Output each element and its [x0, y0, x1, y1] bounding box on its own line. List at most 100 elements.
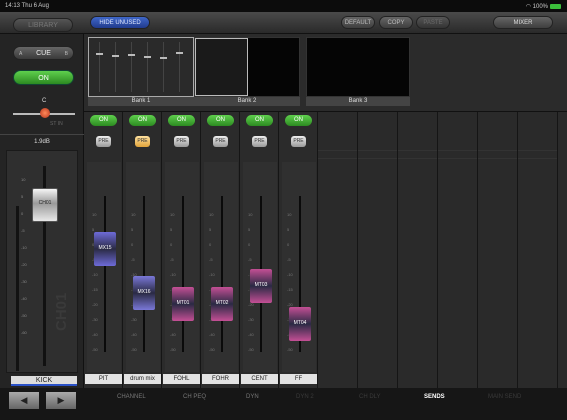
send-fader-track[interactable] — [104, 196, 106, 352]
channel-name-label[interactable]: KICK — [11, 376, 77, 386]
send-name-label[interactable]: FOHL — [163, 374, 200, 384]
bank-mini-fader — [144, 56, 151, 58]
wifi-icon: ◠ — [525, 4, 531, 10]
send-on-button[interactable]: ON — [90, 115, 117, 126]
fader-scale-tick: -5 — [131, 257, 135, 262]
tab-channel[interactable]: CHANNEL — [117, 394, 146, 400]
bank-2-preview — [195, 38, 248, 96]
library-button[interactable]: LIBRARY — [13, 18, 73, 32]
send-strip: ONPRE1050-5-10-15-20-30-40-50MX15PIT — [84, 112, 123, 388]
strip-divider — [398, 158, 437, 159]
send-on-button[interactable]: ON — [207, 115, 234, 126]
send-name-label[interactable]: FF — [280, 374, 317, 384]
pre-button[interactable]: PRE — [213, 136, 228, 147]
fader-scale-tick: 0 — [209, 242, 212, 247]
pre-button[interactable]: PRE — [135, 136, 150, 147]
pre-button[interactable]: PRE — [252, 136, 267, 147]
copy-button[interactable]: COPY — [379, 16, 413, 29]
fader-scale-tick: -50 — [170, 347, 176, 352]
strip-divider — [438, 158, 477, 159]
fader-scale-tick: -10 — [209, 272, 215, 277]
strip-divider — [318, 150, 357, 151]
bank-mini-fader — [176, 52, 183, 54]
pan-knob[interactable] — [40, 108, 50, 118]
empty-strip — [398, 112, 438, 388]
channel-on-button[interactable]: ON — [13, 70, 74, 85]
fader-scale-tick: 10 — [131, 212, 136, 217]
hide-unused-button[interactable]: HIDE UNUSED — [90, 16, 150, 29]
send-fader-label: MT04 — [293, 319, 307, 326]
fader-scale-tick: -50 — [92, 347, 98, 352]
fader-scale-tick: -5 — [248, 257, 252, 262]
pan-side-label: ST IN — [50, 121, 63, 127]
bank-mini-fader — [128, 54, 135, 56]
strip-divider — [518, 158, 557, 159]
tab-ch-peq[interactable]: CH PEQ — [183, 394, 206, 400]
send-fader-label: MX16 — [137, 288, 151, 295]
fader-scale-tick: -10 — [287, 272, 293, 277]
bank-3-label[interactable]: Bank 3 — [306, 97, 410, 106]
pan-value: C — [42, 98, 47, 104]
fader-scale-tick: 10 — [21, 177, 26, 182]
mixer-button[interactable]: MIXER — [493, 16, 553, 29]
bank-1-label[interactable]: Bank 1 — [88, 97, 194, 106]
send-strip: ONPRE1050-5-10-15-20-30-40-50MT04FF — [279, 112, 318, 388]
send-fader-track[interactable] — [143, 196, 145, 352]
paste-button[interactable]: PASTE — [416, 16, 450, 29]
fader-scale-tick: -30 — [248, 317, 254, 322]
fader-scale-tick: -50 — [131, 347, 137, 352]
bank-3-thumbnail[interactable] — [306, 37, 410, 97]
strip-divider — [518, 150, 557, 151]
fader-scale-tick: 5 — [21, 194, 24, 199]
send-name-label[interactable]: PIT — [85, 374, 122, 384]
empty-strip — [358, 112, 398, 388]
fader-scale-tick: -20 — [92, 302, 98, 307]
fader-scale-tick: 10 — [248, 212, 253, 217]
fader-scale-tick: 10 — [287, 212, 292, 217]
send-name-label[interactable]: drum mix — [124, 374, 161, 384]
send-on-button[interactable]: ON — [129, 115, 156, 126]
fader-scale-tick: -40 — [21, 296, 27, 301]
default-button[interactable]: DEFAULT — [341, 16, 375, 29]
fader-scale-tick: -40 — [209, 332, 215, 337]
tab-dyn-2[interactable]: DYN 2 — [296, 394, 314, 400]
fader-scale-tick: 0 — [170, 242, 173, 247]
bank-2-label[interactable]: Bank 2 — [194, 97, 300, 106]
send-name-label[interactable]: CENT — [241, 374, 278, 384]
fader-scale-tick: 0 — [287, 242, 290, 247]
tab-dyn[interactable]: DYN — [246, 394, 259, 400]
bank-mini-strip — [131, 42, 132, 92]
bank-1-thumbnail[interactable] — [88, 37, 194, 97]
send-on-button[interactable]: ON — [168, 115, 195, 126]
fader-scale-tick: -50 — [287, 347, 293, 352]
send-on-button[interactable]: ON — [285, 115, 312, 126]
send-name-label[interactable]: FOHR — [202, 374, 239, 384]
send-on-button[interactable]: ON — [246, 115, 273, 126]
pre-button[interactable]: PRE — [96, 136, 111, 147]
fader-scale-tick: -30 — [21, 279, 27, 284]
empty-strip — [438, 112, 478, 388]
send-fader-label: MT01 — [176, 299, 190, 306]
strip-divider — [318, 158, 357, 159]
tab-ch-dly[interactable]: CH DLY — [359, 394, 381, 400]
prev-channel-button[interactable]: ◀ — [9, 392, 39, 409]
next-channel-button[interactable]: ▶ — [46, 392, 76, 409]
pre-button[interactable]: PRE — [291, 136, 306, 147]
send-strip: ONPRE1050-5-10-15-20-30-40-50MX16drum mi… — [123, 112, 162, 388]
fader-scale-tick: -5 — [170, 257, 174, 262]
send-fader-track[interactable] — [182, 196, 184, 352]
bank-mini-strip — [115, 42, 116, 92]
channel-vertical-name: CH01 — [53, 292, 70, 331]
cue-button[interactable]: A CUE B — [13, 46, 74, 60]
pre-button[interactable]: PRE — [174, 136, 189, 147]
top-bar — [0, 12, 567, 34]
send-fader-track[interactable] — [221, 196, 223, 352]
tab-main-send[interactable]: MAIN SEND — [488, 394, 521, 400]
cue-b-label: B — [64, 51, 68, 57]
fader-scale-tick: -40 — [131, 332, 137, 337]
fader-scale-tick: 5 — [92, 227, 95, 232]
bank-2-thumbnail[interactable] — [194, 37, 300, 97]
strip-divider — [398, 150, 437, 151]
tab-sends[interactable]: SENDS — [424, 394, 445, 400]
send-fader-label: MX15 — [98, 245, 112, 252]
